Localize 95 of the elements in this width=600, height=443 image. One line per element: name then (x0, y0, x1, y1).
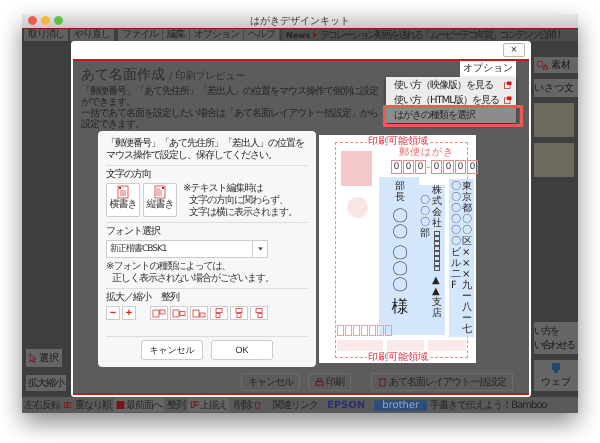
window-title: はがきデザインキット (250, 15, 350, 28)
font-select[interactable]: 新正楷書CBSK1 (106, 240, 268, 258)
honorific-text: 様 (392, 298, 408, 317)
postcard-header: 郵便はがき (399, 148, 454, 158)
postal-code-digit: 0 (455, 160, 466, 174)
align-label: 整列 (161, 292, 179, 304)
layers-icon (116, 401, 125, 409)
horizontal-lines-icon (117, 185, 129, 199)
note-text: ※テキスト編集時は (183, 183, 264, 194)
vertical-lines-icon (154, 185, 166, 199)
vertical-text-button[interactable]: 縦書き (143, 183, 177, 217)
align-button[interactable] (170, 306, 188, 320)
branch-name: ▲▲支店 (432, 275, 442, 319)
close-window-button[interactable] (28, 16, 37, 25)
align-button[interactable] (230, 306, 248, 320)
caret-icon (258, 247, 262, 251)
company-name: 株式会社 (432, 185, 442, 229)
instructions-text: 「郵便番号」「あて先住所」「差出人」の位置をマウス操作で設定し、保存してください。 (106, 138, 305, 162)
delete-button[interactable]: 削除 (232, 398, 264, 412)
menu-item[interactable]: はがきの種類を選択 (386, 107, 516, 123)
sponsor-link[interactable]: 手書きで伝えよう！Bamboo (430, 398, 546, 412)
order-dropdown[interactable]: 最前面へ (114, 398, 164, 412)
shapes-icon (536, 60, 548, 70)
web-button[interactable]: ウェブ (534, 360, 578, 391)
flip-label: 左右反転 (24, 399, 60, 412)
order-label: 重なり順 (75, 398, 111, 412)
zoom-label: 拡大縮小 (26, 375, 66, 391)
sender-postal-boxes (337, 325, 392, 336)
align-button[interactable] (150, 306, 168, 320)
align-button[interactable] (210, 306, 228, 320)
postal-code-digit: 0 (403, 160, 414, 174)
print-area-label: 印刷可能領域 (367, 353, 429, 363)
thumbnail-placeholder (534, 143, 574, 177)
description-text: 一括であて名面を設定したい場合は「あて名面レイアウト一括設定」から設定できます。 (81, 108, 379, 130)
align-button[interactable] (190, 306, 208, 320)
placeholder-boxes (434, 231, 440, 271)
select-tool-button[interactable]: 選択 (26, 349, 62, 367)
postal-code-digit: 0 (443, 160, 454, 174)
arrow-icon (313, 32, 318, 38)
note-text: 文字の方向に関わらず、 (188, 195, 289, 206)
postal-code-digit: 0 (391, 160, 402, 174)
zoom-out-button[interactable]: − (106, 306, 120, 320)
sponsor-link[interactable]: brother (374, 400, 428, 410)
cursor-icon (29, 353, 37, 363)
layout-settings-button[interactable]: あて名面レイアウト一括設定 (371, 373, 513, 391)
trash-icon (253, 401, 262, 409)
department-name: 〇〇〇部 (420, 195, 430, 239)
recipient-title: 部長 (395, 181, 405, 203)
align-dropdown[interactable]: 上揃え (188, 398, 229, 412)
option-tab[interactable]: オプション (460, 61, 516, 77)
address-text: 東京都〇〇区×××九ー八ー七 (462, 181, 472, 335)
external-link-icon (504, 96, 512, 104)
postal-code-digit: 0 (415, 160, 426, 174)
category-label: 素材 (551, 58, 571, 72)
horizontal-text-button[interactable]: 横書き (106, 183, 140, 217)
greeting-text-button[interactable]: いさつ文 (534, 79, 578, 97)
font-label: フォント選択 (106, 226, 162, 238)
note-text: ※フォントの種類によっては、 (106, 261, 232, 272)
align-icon (192, 308, 206, 318)
postmark-area (347, 197, 368, 218)
stamp-area (341, 151, 372, 186)
recipient-name: 〇〇〇 (392, 245, 408, 293)
description-text: 「郵便番号」「あて先住所」「差出人」の位置をマウス操作で個別に設定ができます。 (81, 86, 380, 108)
postal-code-digit: 0 (467, 160, 478, 174)
recipient-name: 〇〇 (392, 208, 408, 240)
scale-label: 拡大／縮小 (106, 292, 151, 304)
align-icon (152, 308, 166, 318)
links-label: 関連リンク (273, 398, 318, 412)
sender-area (337, 340, 383, 351)
menu-item[interactable]: 使い方（HTML版）を見る (386, 92, 516, 107)
note-text: 文字は横に表示されます。 (188, 207, 297, 219)
print-area-label: 印刷可能領域 (367, 137, 429, 147)
help-button[interactable]: い方を い合わせる (534, 322, 578, 354)
undo-button[interactable]: 取り消し (24, 29, 68, 41)
redo-button[interactable]: やり直し (70, 29, 114, 41)
thumbnail-placeholder (534, 103, 574, 137)
cancel-button[interactable]: キャンセル (141, 340, 203, 360)
sender-area (428, 340, 466, 351)
cancel-button[interactable]: キャンセル (241, 373, 300, 391)
postcard-icon (378, 378, 387, 386)
external-link-icon (504, 80, 512, 88)
align-button[interactable] (250, 306, 268, 320)
close-button[interactable]: × (503, 43, 525, 57)
align-icon (172, 308, 186, 318)
ok-button[interactable]: OK (211, 340, 273, 360)
print-button[interactable]: 印刷 (308, 373, 351, 391)
postal-code-digit: 0 (431, 160, 442, 174)
direction-label: 文字の方向 (106, 169, 152, 181)
menu-item[interactable]: 使い方（映像版）を見る (386, 77, 516, 92)
align-label: 整列 (167, 399, 185, 412)
align-top-icon (190, 401, 199, 409)
note-text: 正しく表示されない場合がございます。 (111, 273, 275, 285)
printer-icon (315, 378, 324, 386)
zoom-in-button[interactable]: + (122, 306, 136, 320)
address-text: 〇〇〇〇〇〇ビル二F (451, 181, 461, 293)
